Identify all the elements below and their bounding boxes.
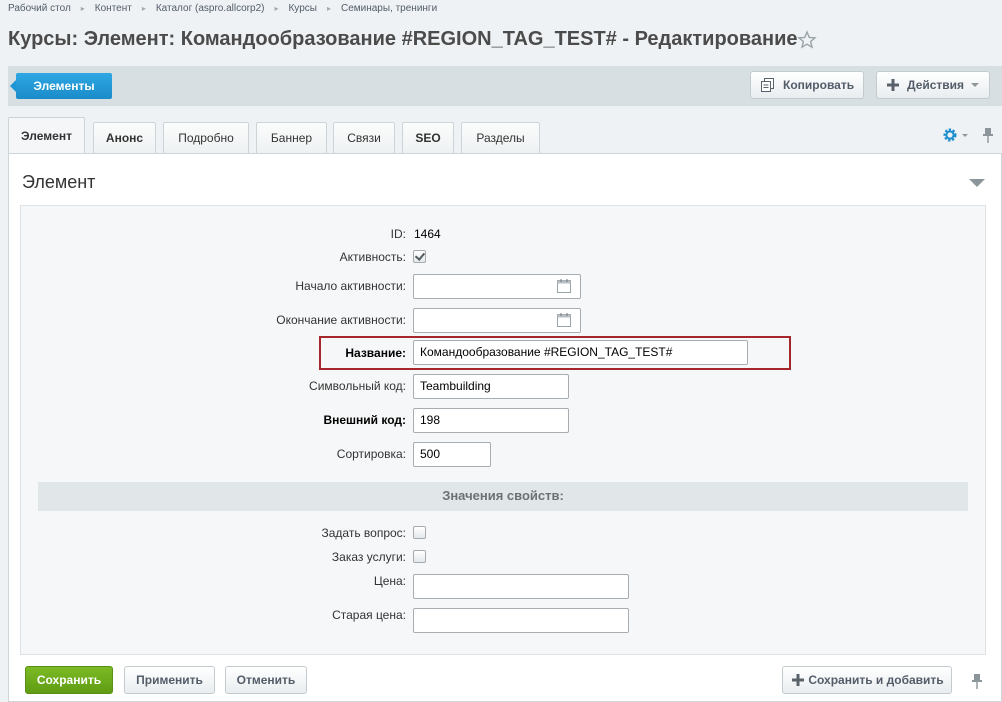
apply-button[interactable]: Применить [124,666,215,694]
page-title: Курсы: Элемент: Командообразование #REGI… [8,28,798,50]
ask-question-checkbox[interactable] [413,526,426,539]
breadcrumb-item[interactable]: Рабочий стол [8,3,71,14]
name-input[interactable]: Командообразование #REGION_TAG_TEST# [413,340,748,365]
id-label: ID: [390,227,406,241]
pin-icon[interactable] [982,127,994,143]
copy-button[interactable]: Копировать [750,71,864,99]
ask-question-label: Задать вопрос: [321,526,406,540]
name-label: Название: [345,346,406,360]
order-service-label: Заказ услуги: [331,550,406,564]
breadcrumb-separator-icon: ▸ [141,4,146,13]
old-price-label: Старая цена: [332,608,406,622]
tab-sections[interactable]: Разделы [461,122,540,153]
breadcrumb-item[interactable]: Контент [95,3,132,14]
properties-header: Значения свойств: [38,482,968,511]
breadcrumb-item[interactable]: Курсы [288,3,316,14]
xml-id-input[interactable]: 198 [413,408,569,433]
sort-input[interactable]: 500 [413,442,491,467]
copy-button-label: Копировать [783,78,855,92]
actions-button[interactable]: Действия [876,71,990,99]
star-icon[interactable] [797,30,817,50]
sort-label: Сортировка: [336,447,406,461]
chevron-down-icon [971,83,979,87]
xml-id-label: Внешний код: [323,413,406,427]
chevron-down-icon[interactable] [962,134,968,137]
breadcrumb: Рабочий стол ▸ Контент ▸ Каталог (aspro.allc… [8,3,437,14]
tab-links[interactable]: Связи [333,122,395,153]
elements-back-button[interactable]: Элементы [10,73,112,99]
code-input[interactable]: Teambuilding [413,374,569,399]
active-to-input[interactable] [413,308,581,333]
actions-button-label: Действия [907,78,965,92]
calendar-icon[interactable] [557,279,571,293]
save-and-add-button[interactable]: Сохранить и добавить [782,666,952,694]
copy-icon [761,78,774,92]
plus-icon [792,674,804,686]
old-price-input[interactable] [413,608,629,633]
tab-announce[interactable]: Анонс [93,122,156,153]
tab-banner[interactable]: Баннер [256,122,327,153]
breadcrumb-item[interactable]: Каталог (aspro.allcorp2) [156,3,265,14]
active-to-label: Окончание активности: [276,313,406,327]
cancel-button[interactable]: Отменить [225,666,307,694]
price-label: Цена: [373,574,406,588]
save-and-add-label: Сохранить и добавить [808,673,944,687]
tab-element[interactable]: Элемент [8,117,85,154]
collapse-icon[interactable] [969,179,985,187]
section-title: Элемент [22,172,96,192]
active-checkbox[interactable] [413,250,426,263]
order-service-checkbox[interactable] [413,550,426,563]
tab-details[interactable]: Подробно [163,122,249,153]
plus-icon [887,79,899,91]
id-value: 1464 [414,227,441,241]
breadcrumb-separator-icon: ▸ [80,4,85,13]
active-from-label: Начало активности: [295,279,406,293]
pin-icon[interactable] [971,673,983,689]
gear-icon[interactable] [943,128,957,142]
active-from-input[interactable] [413,274,581,299]
breadcrumb-separator-icon: ▸ [326,4,331,13]
code-label: Символьный код: [309,379,406,393]
tab-seo[interactable]: SEO [402,122,454,153]
calendar-icon[interactable] [557,313,571,327]
breadcrumb-item[interactable]: Семинары, тренинги [341,3,437,14]
breadcrumb-separator-icon: ▸ [274,4,279,13]
price-input[interactable] [413,574,629,599]
save-button[interactable]: Сохранить [25,666,113,694]
active-label: Активность: [339,250,406,264]
